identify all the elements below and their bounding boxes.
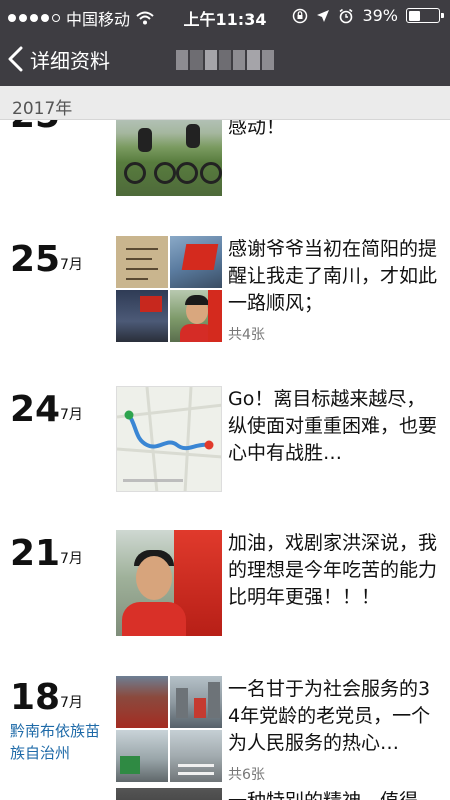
selfie-photo[interactable] — [116, 530, 222, 636]
street-photo[interactable] — [170, 676, 222, 728]
nav-bar: 详细资料 — [0, 32, 450, 86]
day-number: 21 — [10, 533, 61, 574]
list-item[interactable]: 25 7月 感谢爷爷当初在简阳的提醒让我走了南川，才如此一路顺风； 共4张 — [0, 236, 450, 356]
month-label: 7月 — [60, 257, 83, 273]
route-map-drawing — [117, 387, 221, 491]
month-label: 7月 — [60, 695, 83, 711]
month-label: 7月 — [60, 551, 83, 567]
year-label: 2017年 — [12, 99, 73, 119]
portrait-photo[interactable] — [170, 290, 222, 342]
post-text: Go！离目标越来越尽，纵使面对重重困难，也要心中有战胜… — [228, 388, 438, 464]
list-item[interactable]: 一种特别的精神，值得 — [0, 788, 450, 800]
location-label: 黔南布依族苗族自治州 — [10, 722, 101, 762]
dark-photo[interactable] — [116, 788, 222, 800]
day-number: 25 — [10, 239, 61, 280]
list-item[interactable]: 18 7月 黔南布依族苗族自治州 一名甘于为社会服务的34年党龄的老党员，一个为… — [0, 676, 450, 786]
battery-icon — [406, 8, 444, 23]
location-link[interactable]: 黔南布依族苗族自治州 — [10, 720, 106, 764]
list-item[interactable]: 21 7月 加油，戏剧家洪深说，我的理想是今年吃苦的能力比明年更强！！！ — [0, 530, 450, 640]
day-number: 25 — [10, 120, 60, 134]
post-text: 一名甘于为社会服务的34年党龄的老党员，一个为人民服务的热心… — [228, 678, 431, 754]
month-label: 7月 — [60, 407, 83, 423]
back-label: 详细资料 — [30, 48, 110, 73]
back-button[interactable]: 详细资料 — [6, 40, 110, 78]
road-photo[interactable] — [170, 730, 222, 782]
year-section-header: 2017年 — [0, 86, 450, 120]
photo-count: 共4张 — [228, 327, 265, 343]
status-bar: 中国移动 上午11:34 39% — [0, 0, 450, 32]
rotation-lock-icon — [293, 8, 308, 23]
chevron-left-icon — [8, 46, 23, 72]
post-text: 感谢爷爷当初在简阳的提醒让我走了南川，才如此一路顺风； — [228, 238, 438, 314]
flag-photo[interactable] — [116, 676, 168, 728]
location-icon — [317, 9, 330, 22]
cyclists-photo[interactable] — [116, 120, 222, 196]
post-text: 感动！ — [228, 120, 286, 138]
night-flag-photo[interactable] — [116, 290, 168, 342]
handwritten-note-photo[interactable] — [116, 236, 168, 288]
photo-count: 共6张 — [228, 767, 265, 783]
post-text: 一种特别的精神，值得 — [228, 788, 440, 800]
battery-percent: 39% — [362, 6, 398, 25]
route-map[interactable] — [116, 386, 222, 492]
bus-photo[interactable] — [116, 730, 168, 782]
alarm-icon — [339, 8, 353, 23]
list-item[interactable]: 24 7月 Go！离目标越来越尽，纵使面对重重困难，也要心中有战胜… — [0, 386, 450, 496]
moments-feed[interactable]: 25 感动！ 25 7月 — [0, 120, 450, 800]
list-item[interactable]: 25 感动！ — [0, 120, 450, 202]
day-number: 18 — [10, 677, 61, 718]
flag-photo[interactable] — [170, 236, 222, 288]
day-number: 24 — [10, 389, 61, 430]
page-title-blurred — [176, 50, 274, 70]
post-text: 加油，戏剧家洪深说，我的理想是今年吃苦的能力比明年更强！！！ — [228, 532, 438, 608]
top-bar: 中国移动 上午11:34 39% 详细资料 — [0, 0, 450, 86]
